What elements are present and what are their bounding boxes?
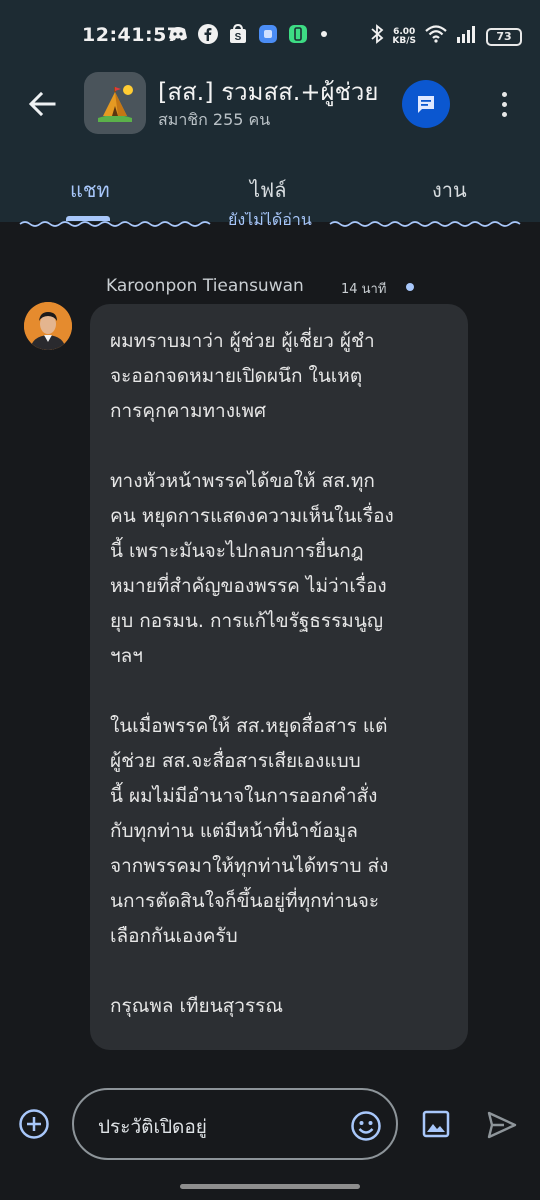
message-input-placeholder: ประวัติเปิดอยู่: [98, 1116, 207, 1138]
message-bubble[interactable]: ผมทราบมาว่า ผู้ช่วย ผู้เชี่ยว ผู้ชำ จะออ…: [90, 304, 468, 1050]
sender-name[interactable]: Karoonpon Tieansuwan: [106, 276, 304, 296]
tab-tasks[interactable]: งาน: [432, 174, 467, 206]
message-composer: ประวัติเปิดอยู่: [0, 1086, 540, 1166]
sender-avatar[interactable]: [24, 302, 72, 350]
app-blue-icon: [258, 24, 278, 49]
message-timestamp: 14 นาที: [341, 282, 387, 297]
notification-icons: S: [168, 23, 330, 49]
unread-divider: ยังไม่ได้อ่าน: [0, 212, 540, 236]
group-avatar[interactable]: [84, 72, 146, 134]
message-signature: กรุณพล เทียนสุวรรณ: [110, 995, 283, 1017]
battery-indicator: 73: [486, 27, 522, 46]
member-count: สมาชิก 255 คน: [158, 110, 271, 129]
top-app-bar: 12:41:57 S 6.00 KB/S 73 [สส.] รวมสส.+ผู้…: [0, 0, 540, 222]
message-paragraph: ในเมื่อพรรคให้ สส.หยุดสื่อสาร แต่ ผู้ช่ว…: [110, 715, 389, 947]
more-options-button[interactable]: [492, 86, 516, 122]
send-button[interactable]: [486, 1110, 518, 1140]
network-speed: 6.00 KB/S: [392, 27, 416, 46]
unread-label: ยังไม่ได้อ่าน: [228, 212, 312, 229]
status-bar: 12:41:57 S 6.00 KB/S 73: [0, 18, 540, 54]
more-dot-icon: [501, 111, 507, 117]
add-circle-icon: [19, 1109, 49, 1139]
status-time: 12:41:57: [82, 24, 181, 46]
tab-chat[interactable]: แชท: [70, 174, 110, 206]
network-speed-unit: KB/S: [392, 35, 416, 46]
more-dot-icon: [501, 101, 507, 107]
shopee-icon: S: [228, 23, 248, 49]
message-input[interactable]: ประวัติเปิดอยู่: [72, 1088, 398, 1160]
chat-bubble-icon: [418, 96, 434, 113]
back-button[interactable]: [24, 86, 60, 122]
message-paragraph: ผมทราบมาว่า ผู้ช่วย ผู้เชี่ยว ผู้ชำ จะออ…: [110, 330, 375, 422]
thread-button[interactable]: [402, 80, 450, 128]
wifi-icon: [424, 24, 448, 49]
svg-text:S: S: [235, 32, 242, 43]
image-icon: [422, 1110, 450, 1138]
camping-tent-icon: [98, 85, 133, 122]
emoji-button[interactable]: [350, 1110, 382, 1142]
status-dot: [406, 283, 414, 291]
person-avatar-icon: [24, 302, 72, 350]
message-paragraph: ทางหัวหน้าพรรคได้ขอให้ สส.ทุก คน หยุดการ…: [110, 470, 394, 667]
signal-icon: [456, 25, 478, 48]
app-green-icon: [288, 24, 308, 49]
discord-icon: [168, 25, 188, 48]
smiley-icon: [351, 1111, 381, 1141]
chat-header: [สส.] รวมสส.+ผู้ช่วย สมาชิก 255 คน: [0, 64, 540, 144]
send-icon: [487, 1111, 517, 1139]
bluetooth-icon: [370, 24, 384, 49]
add-attachment-button[interactable]: [18, 1108, 50, 1140]
more-dot-icon: [501, 91, 507, 97]
facebook-icon: [198, 24, 218, 49]
group-title: [สส.] รวมสส.+ผู้ช่วย: [158, 78, 379, 106]
dot-icon: [318, 24, 330, 49]
insert-image-button[interactable]: [422, 1110, 450, 1138]
status-right-icons: 6.00 KB/S 73: [370, 24, 522, 49]
tab-files[interactable]: ไฟล์: [250, 174, 286, 206]
arrow-back-icon: [28, 91, 56, 117]
gesture-navigation-bar[interactable]: [180, 1184, 360, 1189]
